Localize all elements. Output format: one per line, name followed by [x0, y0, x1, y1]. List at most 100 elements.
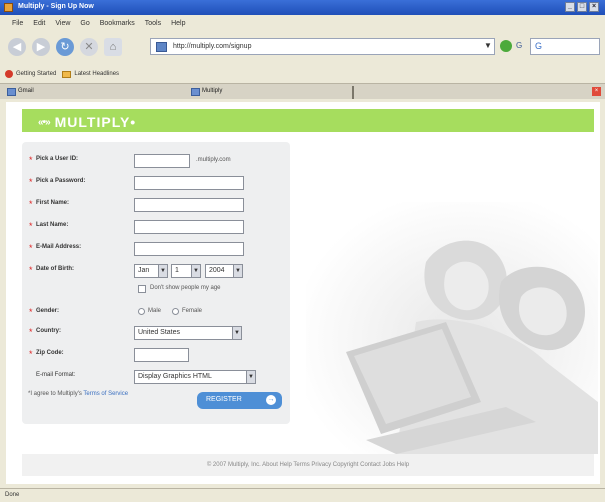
required-marker: *: [29, 349, 33, 359]
dob-label: Date of Birth:: [36, 266, 74, 272]
user-id-domain-hint: .multiply.com: [196, 157, 231, 163]
logo-mark-icon: «•»: [38, 116, 51, 128]
required-marker: *: [29, 265, 33, 275]
password-row: * Pick a Password:: [22, 176, 290, 190]
chevron-down-icon: ▼: [232, 327, 241, 339]
tab-multiply[interactable]: Multiply: [188, 86, 222, 99]
bookmarks-toolbar: Getting Started Latest Headlines: [0, 66, 605, 80]
country-value: United States: [138, 329, 181, 336]
address-bar[interactable]: http://multiply.com/signup: [150, 38, 495, 55]
terms-of-service-link[interactable]: Terms of Service: [83, 391, 128, 397]
email-format-select[interactable]: Display Graphics HTML ▼: [134, 370, 256, 384]
page-footer: © 2007 Multiply, Inc. About Help Terms P…: [22, 454, 594, 476]
bookmark-label: Latest Headlines: [74, 71, 120, 77]
address-url: http://multiply.com/signup: [173, 43, 252, 50]
tab-label: Multiply: [202, 88, 223, 94]
brand-header: «•» MULTIPLY•: [22, 109, 594, 132]
required-marker: *: [29, 177, 33, 187]
email-input[interactable]: [134, 242, 244, 256]
close-tab-icon[interactable]: ×: [592, 87, 601, 96]
chevron-down-icon: ▼: [158, 265, 167, 277]
menu-help[interactable]: Help: [171, 20, 185, 31]
first-name-label: First Name:: [36, 200, 70, 206]
email-label: E-Mail Address:: [36, 244, 82, 250]
email-format-row: E-mail Format: Display Graphics HTML ▼: [22, 370, 290, 384]
chevron-down-icon: ▼: [233, 265, 242, 277]
logo-text: MULTIPLY•: [54, 114, 137, 130]
page-icon: [7, 88, 16, 96]
gender-female-radio[interactable]: [172, 308, 179, 315]
reload-icon[interactable]: ↻: [56, 38, 74, 56]
minimize-button[interactable]: _: [565, 2, 575, 12]
search-input[interactable]: G: [530, 38, 600, 55]
email-format-label: E-mail Format:: [36, 372, 76, 378]
gender-male-label: Male: [148, 308, 162, 314]
dob-day-select[interactable]: 1 ▼: [171, 264, 201, 278]
hide-age-row: Don't show people my age: [22, 284, 290, 298]
menu-bar: File Edit View Go Bookmarks Tools Help: [0, 17, 605, 31]
user-id-row: * Pick a User ID: .multiply.com: [22, 154, 290, 168]
email-row: * E-Mail Address:: [22, 242, 290, 256]
hide-age-checkbox[interactable]: [138, 285, 146, 293]
bookmark-getting-started[interactable]: Getting Started: [5, 68, 56, 80]
country-select[interactable]: United States ▼: [134, 326, 242, 340]
menu-edit[interactable]: Edit: [33, 20, 45, 31]
menu-tools[interactable]: Tools: [145, 20, 161, 31]
bookmark-latest-headlines[interactable]: Latest Headlines: [62, 68, 119, 80]
chevron-down-icon: ▼: [191, 265, 200, 277]
page-icon: [191, 88, 200, 96]
gender-label: Gender:: [36, 308, 60, 314]
gender-female-label: Female: [182, 308, 203, 314]
forward-icon[interactable]: ▶: [32, 38, 50, 56]
last-name-row: * Last Name:: [22, 220, 290, 234]
first-name-input[interactable]: [134, 198, 244, 212]
hide-age-label: Don't show people my age: [150, 285, 221, 291]
menu-file[interactable]: File: [12, 20, 23, 31]
dob-month-select[interactable]: Jan ▼: [134, 264, 168, 278]
close-button[interactable]: ×: [589, 2, 599, 12]
zip-label: Zip Code:: [36, 350, 64, 356]
gender-male-radio[interactable]: [138, 308, 145, 315]
window-controls: _ □ ×: [565, 2, 599, 12]
terms-text: *I agree to Multiply's Terms of Service: [28, 390, 136, 398]
page-viewport: «•» MULTIPLY• * Pick a User ID: .multipl…: [6, 102, 600, 484]
status-bar: Done: [0, 488, 605, 502]
tab-label: Gmail: [18, 88, 34, 94]
window-title: Multiply - Sign Up Now: [18, 3, 94, 10]
required-marker: *: [29, 221, 33, 231]
last-name-label: Last Name:: [36, 222, 69, 228]
arrow-right-icon: →: [266, 395, 276, 405]
terms-prefix: *I agree to Multiply's: [28, 391, 84, 397]
last-name-input[interactable]: [134, 220, 244, 234]
go-button[interactable]: [500, 40, 512, 52]
email-format-value: Display Graphics HTML: [138, 373, 212, 380]
address-dropdown-icon[interactable]: ▼: [484, 41, 492, 50]
dob-month-value: Jan: [138, 267, 150, 274]
promo-photo: [306, 202, 598, 454]
menu-bookmarks[interactable]: Bookmarks: [100, 20, 135, 31]
tab-gmail[interactable]: Gmail: [4, 86, 34, 99]
maximize-button[interactable]: □: [577, 2, 587, 12]
password-label: Pick a Password:: [36, 178, 86, 184]
bookmark-label: Getting Started: [16, 71, 57, 77]
first-name-row: * First Name:: [22, 198, 290, 212]
menu-view[interactable]: View: [55, 20, 70, 31]
password-input[interactable]: [134, 176, 244, 190]
home-icon[interactable]: ⌂: [104, 38, 122, 56]
search-engine-icon[interactable]: G: [516, 41, 522, 50]
register-label: REGISTER: [206, 396, 242, 403]
dob-row: * Date of Birth: Jan ▼ 1 ▼ 2004 ▼: [22, 264, 290, 278]
register-button[interactable]: REGISTER →: [197, 392, 282, 409]
menu-go[interactable]: Go: [80, 20, 89, 31]
multiply-logo[interactable]: «•» MULTIPLY•: [38, 114, 136, 130]
user-id-input[interactable]: [134, 154, 190, 168]
zip-input[interactable]: [134, 348, 189, 362]
user-id-label: Pick a User ID:: [36, 156, 79, 162]
chevron-down-icon: ▼: [246, 371, 255, 383]
tab-bar: Gmail Multiply ×: [0, 83, 605, 99]
dob-year-value: 2004: [209, 267, 225, 274]
signup-form: * Pick a User ID: .multiply.com * Pick a…: [22, 142, 290, 424]
dob-year-select[interactable]: 2004 ▼: [205, 264, 243, 278]
stop-icon[interactable]: ✕: [80, 38, 98, 56]
back-icon[interactable]: ◀: [8, 38, 26, 56]
